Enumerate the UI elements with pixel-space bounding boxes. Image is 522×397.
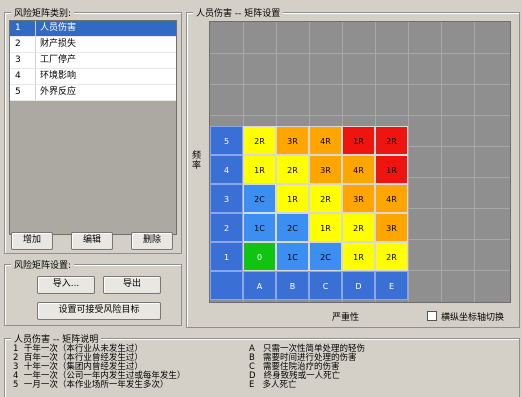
category-list[interactable]: 1 人员伤害 2 财产损失 3 工厂停产 4 环境影响 5 外界反应 xyxy=(9,20,177,235)
edit-button[interactable]: 编辑 xyxy=(71,232,113,250)
export-button[interactable]: 导出 xyxy=(103,276,161,294)
frequency-item-5: 5 一月一次（本作业场所一年发生多次） xyxy=(13,381,168,390)
severity-col-label: C xyxy=(309,271,342,300)
risk-cell[interactable]: 2C xyxy=(243,184,276,213)
category-item-4[interactable]: 4 环境影响 xyxy=(10,69,176,85)
category-item-label: 工厂停产 xyxy=(40,55,77,65)
risk-cell[interactable]: 0 xyxy=(243,242,276,271)
severity-col-label: D xyxy=(342,271,375,300)
set-target-button[interactable]: 设置可接受风险目标 xyxy=(37,302,161,320)
category-item-label: 环境影响 xyxy=(40,71,77,81)
freq-num: 5 xyxy=(13,380,19,390)
axis-toggle-label: 横纵坐标轴切换 xyxy=(441,313,505,323)
severity-item-e: E 多人死亡 xyxy=(249,381,297,390)
grid-line xyxy=(210,53,510,54)
risk-cell[interactable]: 2R xyxy=(375,242,408,271)
frequency-row-label: 1 xyxy=(210,242,243,271)
risk-cell[interactable]: 2C xyxy=(309,242,342,271)
risk-cell[interactable]: 2C xyxy=(276,213,309,242)
category-item-label: 外界反应 xyxy=(40,87,77,97)
checkbox-box[interactable] xyxy=(427,311,437,321)
category-item-5[interactable]: 5 外界反应 xyxy=(10,85,176,101)
risk-cell[interactable]: 1R xyxy=(342,242,375,271)
category-item-2[interactable]: 2 财产损失 xyxy=(10,37,176,53)
delete-button[interactable]: 删除 xyxy=(131,232,173,250)
risk-cell[interactable]: 4R xyxy=(375,184,408,213)
risk-cell[interactable]: 2R xyxy=(243,126,276,155)
import-button[interactable]: 导入... xyxy=(37,276,95,294)
risk-cell[interactable]: 1R xyxy=(342,126,375,155)
risk-cell[interactable]: 3R xyxy=(276,126,309,155)
severity-col-label: E xyxy=(375,271,408,300)
category-item-1[interactable]: 1 人员伤害 xyxy=(10,21,176,37)
description-groupbox: 人员伤害 -- 矩阵说明 1 千年一次（本行业从未发生过） 2 百年一次（本行业… xyxy=(4,332,520,397)
add-button[interactable]: 增加 xyxy=(11,232,53,250)
risk-cell[interactable]: 1R xyxy=(309,213,342,242)
severity-col-label: B xyxy=(276,271,309,300)
grid-line xyxy=(474,22,475,302)
frequency-row-label: 3 xyxy=(210,184,243,213)
risk-cell[interactable]: 2R xyxy=(309,184,342,213)
risk-cell[interactable]: 3R xyxy=(375,213,408,242)
risk-cell[interactable]: 1R xyxy=(276,184,309,213)
sev-text: 多人死亡 xyxy=(262,380,297,390)
sev-letter: E xyxy=(249,380,255,390)
x-axis-label: 严重性 xyxy=(332,313,360,323)
frequency-row-label: 2 xyxy=(210,213,243,242)
risk-cell[interactable]: 1C xyxy=(276,242,309,271)
category-item-num: 4 xyxy=(15,69,36,84)
frequency-row-label: 4 xyxy=(210,155,243,184)
category-item-num: 2 xyxy=(15,37,36,52)
frequency-row-label: 5 xyxy=(210,126,243,155)
category-item-label: 人员伤害 xyxy=(40,23,77,33)
risk-cell[interactable]: 1R xyxy=(243,155,276,184)
axis-corner-cell xyxy=(210,271,243,300)
grid-line xyxy=(210,84,510,85)
matrix-groupbox: 人员伤害 -- 矩阵设置 频率 5 2R 3R 4R 1R 2R 4 1R 2R 3R 4R 1R 3 2… xyxy=(186,6,520,328)
category-item-3[interactable]: 3 工厂停产 xyxy=(10,53,176,69)
grid-line xyxy=(408,22,409,302)
setup-groupbox: 风险矩阵设置: 导入... 导出 设置可接受风险目标 xyxy=(4,258,182,326)
category-item-label: 财产损失 xyxy=(40,39,77,49)
grid-line xyxy=(210,115,510,116)
y-axis-label: 频率 xyxy=(192,151,202,171)
category-groupbox: 风险矩阵类别: 1 人员伤害 2 财产损失 3 工厂停产 4 环境影响 5 外界… xyxy=(4,6,182,254)
grid-line xyxy=(441,22,442,302)
freq-text: 一月一次（本作业场所一年发生多次） xyxy=(23,380,169,390)
severity-col-label: A xyxy=(243,271,276,300)
risk-matrix-grid[interactable]: 5 2R 3R 4R 1R 2R 4 1R 2R 3R 4R 1R 3 2C 1R 2R 3R 4R 2 1C 2C 1R… xyxy=(209,21,511,303)
risk-cell[interactable]: 2R xyxy=(276,155,309,184)
risk-cell[interactable]: 4R xyxy=(342,155,375,184)
category-item-num: 3 xyxy=(15,53,36,68)
risk-cell[interactable]: 2R xyxy=(342,213,375,242)
risk-cell[interactable]: 1R xyxy=(375,155,408,184)
axis-toggle-checkbox[interactable]: 横纵坐标轴切换 xyxy=(427,310,504,323)
category-item-num: 1 xyxy=(15,21,36,36)
category-title: 风险矩阵类别: xyxy=(11,6,75,19)
risk-cell[interactable]: 2R xyxy=(375,126,408,155)
risk-cell[interactable]: 4R xyxy=(309,126,342,155)
setup-title: 风险矩阵设置: xyxy=(11,258,75,271)
matrix-title: 人员伤害 -- 矩阵设置 xyxy=(193,6,284,19)
risk-cell[interactable]: 3R xyxy=(309,155,342,184)
risk-cell[interactable]: 3R xyxy=(342,184,375,213)
category-item-num: 5 xyxy=(15,85,36,100)
risk-cell[interactable]: 1C xyxy=(243,213,276,242)
